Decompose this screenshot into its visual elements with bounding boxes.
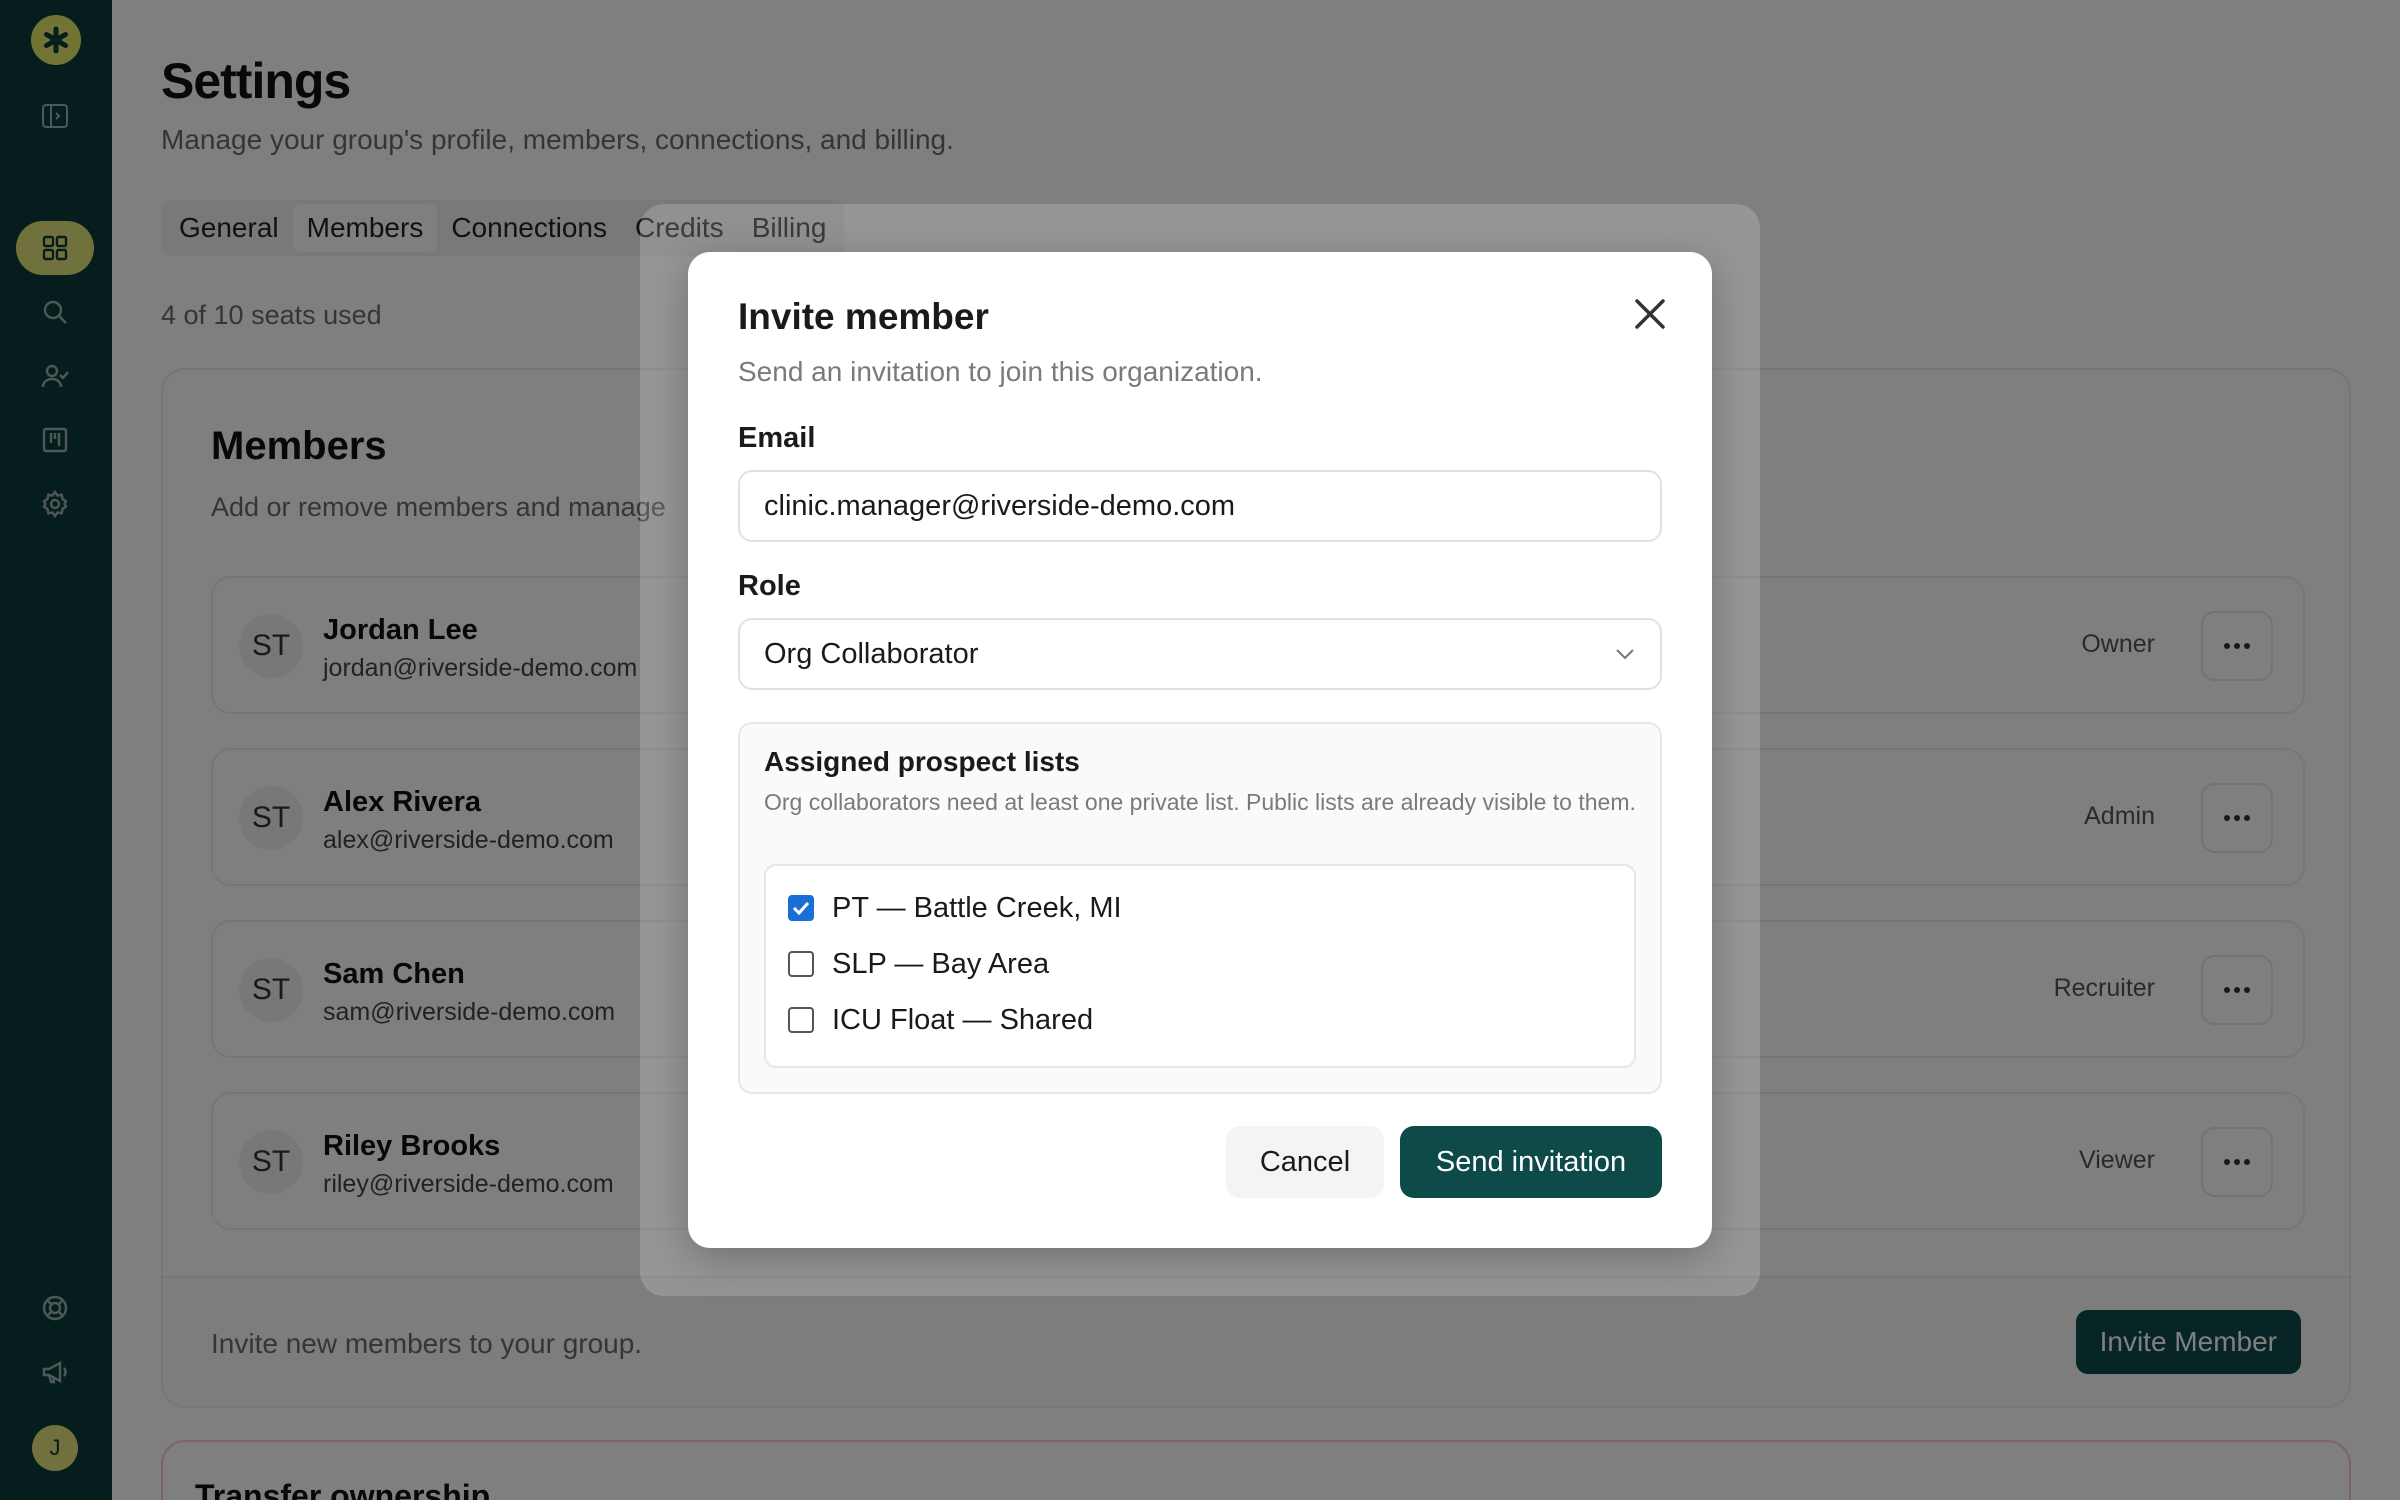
cancel-button[interactable]: Cancel xyxy=(1226,1126,1384,1198)
lists-description: Org collaborators need at least one priv… xyxy=(764,789,1636,815)
send-invitation-button[interactable]: Send invitation xyxy=(1400,1126,1662,1198)
dialog-title: Invite member xyxy=(738,296,989,337)
list-item-label: SLP — Bay Area xyxy=(832,947,1050,980)
close-icon xyxy=(1635,299,1665,329)
list-item-label: ICU Float — Shared xyxy=(832,1003,1094,1036)
chevron-down-icon xyxy=(1616,649,1634,660)
role-label: Role xyxy=(738,570,801,602)
prospect-lists: PT — Battle Creek, MI SLP — Bay Area ICU… xyxy=(764,864,1636,1068)
list-item[interactable]: PT — Battle Creek, MI xyxy=(788,888,1122,928)
role-select[interactable]: Org Collaborator xyxy=(738,618,1662,690)
checkbox-checked[interactable] xyxy=(788,895,814,921)
close-button[interactable] xyxy=(1624,288,1676,340)
list-item[interactable]: SLP — Bay Area xyxy=(788,944,1049,984)
invite-member-dialog: Invite member Send an invitation to join… xyxy=(688,252,1712,1248)
role-select-value: Org Collaborator xyxy=(764,637,979,670)
email-field[interactable] xyxy=(738,470,1662,542)
assigned-lists-box: Assigned prospect lists Org collaborator… xyxy=(738,722,1662,1094)
list-item[interactable]: ICU Float — Shared xyxy=(788,1000,1093,1040)
lists-title: Assigned prospect lists xyxy=(764,746,1080,777)
checkbox[interactable] xyxy=(788,951,814,977)
list-item-label: PT — Battle Creek, MI xyxy=(832,891,1122,924)
email-label: Email xyxy=(738,422,816,454)
dialog-subtitle: Send an invitation to join this organiza… xyxy=(738,356,1263,387)
checkbox[interactable] xyxy=(788,1007,814,1033)
check-icon xyxy=(792,901,810,915)
